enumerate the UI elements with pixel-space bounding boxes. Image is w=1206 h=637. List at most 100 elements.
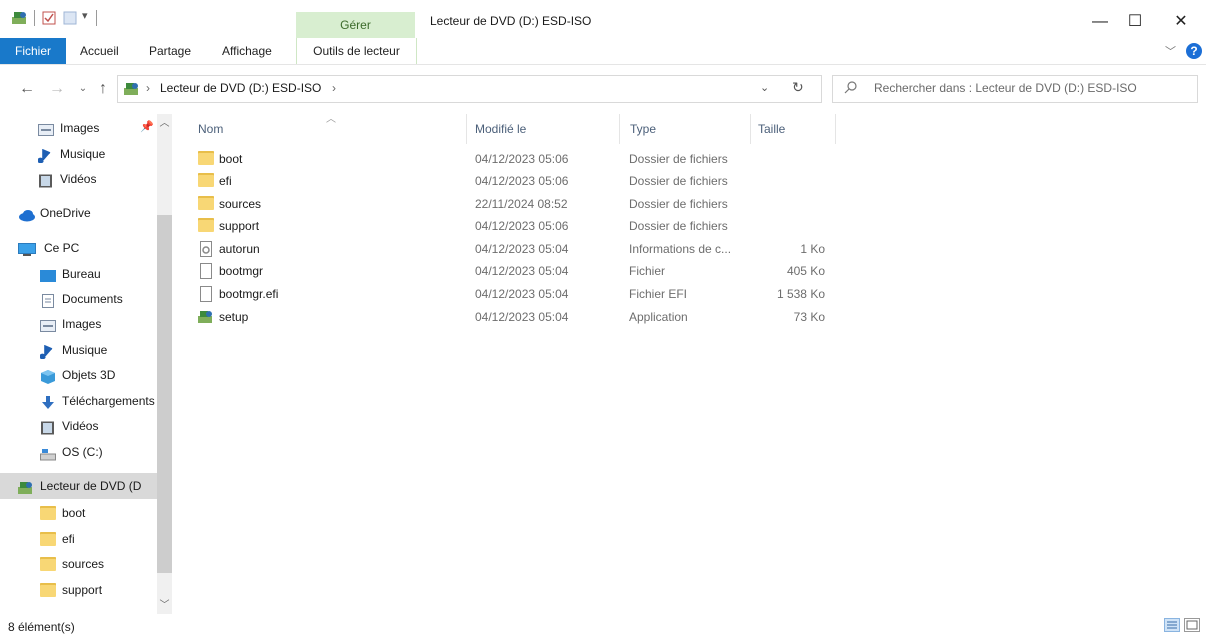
- computer-icon: [18, 241, 38, 256]
- nav-item-desktop[interactable]: Bureau: [40, 262, 101, 286]
- properties-icon[interactable]: [42, 11, 56, 25]
- nav-item-label: Vidéos: [62, 419, 99, 433]
- new-folder-icon[interactable]: [63, 11, 77, 25]
- nav-item-documents[interactable]: Documents: [40, 287, 123, 311]
- nav-item-videos-quick[interactable]: Vidéos: [38, 167, 96, 191]
- nav-item-music[interactable]: Musique: [39, 338, 107, 362]
- nav-item-images-quick[interactable]: Images: [38, 116, 99, 140]
- folder-icon: [198, 173, 214, 187]
- nav-item-support[interactable]: support: [40, 578, 102, 602]
- tab-file[interactable]: Fichier: [0, 38, 66, 64]
- manage-contextual-tab[interactable]: Gérer: [296, 12, 415, 38]
- expand-ribbon-icon[interactable]: ﹀: [1165, 43, 1176, 59]
- nav-item-boot[interactable]: boot: [40, 501, 85, 525]
- file-name: efi: [219, 174, 232, 188]
- nav-item-sources[interactable]: sources: [40, 552, 104, 576]
- nav-item-label: Ce PC: [44, 241, 80, 255]
- nav-item-label: support: [62, 583, 103, 597]
- file-row[interactable]: efi 04/12/2023 05:06 Dossier de fichiers: [192, 170, 842, 192]
- scroll-down-icon[interactable]: ﹀: [157, 598, 172, 614]
- file-row[interactable]: bootmgr.efi 04/12/2023 05:04 Fichier EFI…: [192, 283, 842, 305]
- tab-view[interactable]: Affichage: [222, 38, 272, 64]
- file-name: setup: [219, 310, 249, 324]
- videos-icon: [38, 172, 54, 188]
- nav-item-label: Musique: [60, 147, 106, 161]
- nav-item-this-pc[interactable]: Ce PC: [18, 236, 79, 260]
- details-view-icon[interactable]: [1164, 618, 1180, 632]
- dvd-drive-icon: [18, 479, 34, 494]
- search-icon: [844, 80, 860, 96]
- column-divider[interactable]: [466, 114, 467, 144]
- file-modified: 04/12/2023 05:04: [475, 242, 569, 256]
- column-header-size[interactable]: Taille: [758, 118, 785, 140]
- up-arrow-icon[interactable]: ↑: [92, 75, 114, 103]
- scroll-up-icon[interactable]: ︿: [157, 116, 172, 132]
- folder-icon: [198, 151, 214, 165]
- file-name: autorun: [219, 242, 260, 256]
- file-row[interactable]: bootmgr 04/12/2023 05:04 Fichier 405 Ko: [192, 260, 842, 282]
- file-size: [745, 215, 825, 237]
- address-dropdown-icon[interactable]: ⌄: [760, 81, 769, 94]
- nav-item-downloads[interactable]: Téléchargements: [40, 389, 158, 413]
- back-arrow-icon[interactable]: ←: [16, 75, 38, 103]
- file-size: [745, 193, 825, 215]
- help-icon[interactable]: ?: [1186, 43, 1202, 59]
- folder-icon: [40, 505, 56, 520]
- nav-item-label: Téléchargements: [62, 394, 155, 408]
- file-row[interactable]: setup 04/12/2023 05:04 Application 73 Ko: [192, 306, 842, 328]
- breadcrumb-chevron-icon[interactable]: ›: [146, 81, 150, 95]
- file-icon: [198, 286, 214, 302]
- settings-file-icon: [198, 241, 214, 257]
- desktop-icon: [40, 267, 56, 282]
- nav-scrollbar-thumb[interactable]: [157, 215, 172, 573]
- customize-quick-access-icon[interactable]: ▾: [82, 9, 88, 22]
- file-row[interactable]: support 04/12/2023 05:06 Dossier de fich…: [192, 215, 842, 237]
- search-placeholder[interactable]: Rechercher dans : Lecteur de DVD (D:) ES…: [874, 81, 1137, 95]
- file-type: Informations de c...: [629, 242, 732, 256]
- maximize-button[interactable]: ☐: [1112, 8, 1158, 36]
- nav-item-3d-objects[interactable]: Objets 3D: [40, 363, 115, 387]
- drive-icon: [40, 445, 56, 461]
- column-divider[interactable]: [750, 114, 751, 144]
- column-header-type[interactable]: Type: [630, 118, 656, 140]
- file-row[interactable]: boot 04/12/2023 05:06 Dossier de fichier…: [192, 148, 842, 170]
- breadcrumb-chevron-icon[interactable]: ›: [332, 81, 336, 95]
- separator: [96, 10, 97, 26]
- images-icon: [38, 121, 54, 136]
- nav-item-os-c[interactable]: OS (C:): [40, 440, 103, 464]
- column-divider[interactable]: [835, 114, 836, 144]
- nav-item-efi[interactable]: efi: [40, 527, 75, 551]
- nav-item-label: Lecteur de DVD (D: [40, 479, 142, 493]
- recent-locations-icon[interactable]: ⌄: [72, 75, 94, 103]
- folder-icon: [198, 218, 214, 232]
- file-modified: 22/11/2024 08:52: [475, 197, 568, 211]
- refresh-icon[interactable]: ↻: [792, 79, 804, 96]
- nav-item-label: Vidéos: [60, 172, 97, 186]
- folder-icon: [40, 556, 56, 571]
- tab-home[interactable]: Accueil: [80, 38, 119, 64]
- pin-icon[interactable]: 📌: [140, 120, 154, 133]
- videos-icon: [40, 419, 56, 435]
- tab-share[interactable]: Partage: [149, 38, 191, 64]
- file-row[interactable]: autorun 04/12/2023 05:04 Informations de…: [192, 238, 842, 260]
- tab-drive-tools[interactable]: Outils de lecteur: [296, 38, 417, 64]
- folder-icon: [40, 582, 56, 597]
- large-icons-view-icon[interactable]: [1184, 618, 1200, 632]
- file-row[interactable]: sources 22/11/2024 08:52 Dossier de fich…: [192, 193, 842, 215]
- music-icon: [39, 343, 56, 360]
- close-button[interactable]: ✕: [1158, 8, 1204, 36]
- column-header-name[interactable]: Nom: [198, 118, 223, 140]
- column-divider[interactable]: [619, 114, 620, 144]
- nav-item-dvd-drive[interactable]: Lecteur de DVD (D: [18, 474, 158, 498]
- column-header-modified[interactable]: Modifié le: [475, 118, 526, 140]
- file-name: bootmgr: [219, 264, 264, 278]
- file-type: Dossier de fichiers: [629, 197, 728, 211]
- nav-item-videos[interactable]: Vidéos: [40, 414, 98, 438]
- nav-item-images[interactable]: Images: [40, 312, 101, 336]
- breadcrumb-current[interactable]: Lecteur de DVD (D:) ESD-ISO: [160, 81, 321, 95]
- nav-item-label: sources: [62, 557, 105, 571]
- nav-item-onedrive[interactable]: OneDrive: [18, 201, 91, 225]
- forward-arrow-icon[interactable]: →: [46, 75, 68, 103]
- nav-item-music-quick[interactable]: Musique: [37, 142, 106, 166]
- file-size: [745, 170, 825, 192]
